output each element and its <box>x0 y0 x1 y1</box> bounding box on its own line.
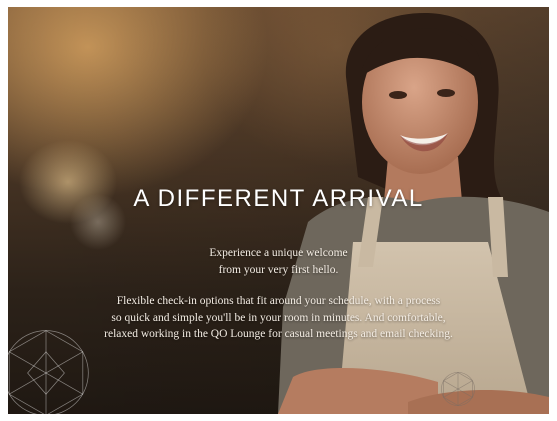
intro-line: from your very first hello. <box>218 264 339 276</box>
intro-line: Experience a unique welcome <box>209 247 348 259</box>
hero-intro: Experience a unique welcome from your ve… <box>8 245 549 279</box>
geometric-pattern-icon <box>441 372 475 406</box>
hero-banner: A DIFFERENT ARRIVAL Experience a unique … <box>8 7 549 414</box>
geometric-pattern-icon <box>8 330 89 414</box>
hero-headline: A DIFFERENT ARRIVAL <box>133 185 424 212</box>
description-line: so quick and simple you'll be in your ro… <box>111 311 446 324</box>
description-line: Flexible check-in options that fit aroun… <box>116 295 441 307</box>
